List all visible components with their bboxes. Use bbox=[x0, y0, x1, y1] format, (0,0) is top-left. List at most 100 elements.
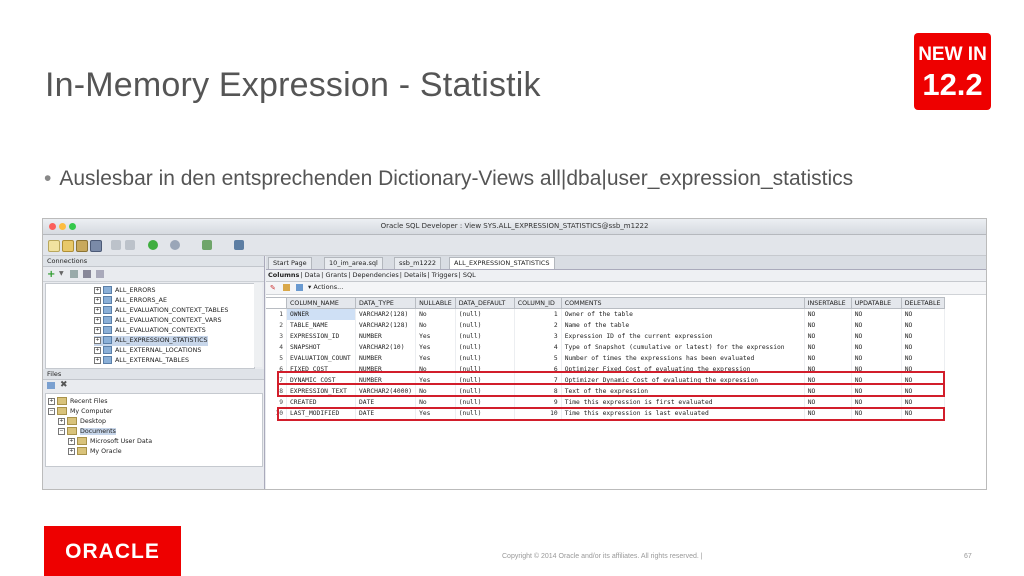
subtab-data[interactable]: Data bbox=[305, 271, 321, 279]
undo-icon[interactable] bbox=[111, 240, 121, 250]
table-cell[interactable]: NO bbox=[804, 386, 852, 397]
table-cell[interactable]: (null) bbox=[455, 308, 515, 320]
table-cell[interactable]: Yes bbox=[415, 331, 456, 342]
subtab-columns[interactable]: Columns bbox=[268, 271, 299, 279]
table-cell[interactable]: 10 bbox=[514, 408, 562, 419]
table-cell[interactable]: NUMBER bbox=[355, 364, 417, 375]
filter-icon[interactable] bbox=[83, 270, 91, 278]
expand-icon[interactable]: + bbox=[48, 397, 55, 405]
subtab-grants[interactable]: Grants bbox=[325, 271, 347, 279]
table-cell[interactable]: TABLE_NAME bbox=[286, 320, 356, 331]
table-cell[interactable]: (null) bbox=[455, 386, 515, 397]
table-cell[interactable]: 7 bbox=[514, 375, 562, 386]
table-cell[interactable]: NO bbox=[804, 375, 852, 386]
actions-menu[interactable]: ▾ Actions... bbox=[308, 283, 343, 291]
expand-icon[interactable]: + bbox=[94, 336, 101, 344]
table-cell[interactable]: NO bbox=[804, 308, 852, 320]
table-cell[interactable]: 1 bbox=[514, 308, 562, 320]
table-cell[interactable]: NO bbox=[901, 342, 945, 353]
table-row[interactable]: 1 OWNER VARCHAR2(128) No (null) 1 Owner of the… bbox=[266, 308, 945, 320]
table-cell[interactable]: NO bbox=[901, 408, 945, 419]
table-cell[interactable]: NO bbox=[804, 364, 852, 375]
table-cell[interactable]: NO bbox=[851, 331, 902, 342]
table-cell[interactable]: NUMBER bbox=[355, 331, 417, 342]
table-cell[interactable]: Time this expression is last evaluated bbox=[561, 408, 805, 419]
connection-tree-item[interactable]: + ALL_EXTERNAL_TABLES bbox=[94, 356, 189, 366]
subtab-sql[interactable]: SQL bbox=[463, 271, 476, 279]
table-cell[interactable]: 3 bbox=[514, 331, 562, 342]
add-connection-icon[interactable]: + bbox=[47, 269, 55, 280]
edit-icon[interactable] bbox=[283, 284, 290, 291]
table-row[interactable]: 10 LAST_MODIFIED DATE Yes (null) 10 Time this … bbox=[266, 408, 945, 419]
expand-icon[interactable]: + bbox=[58, 417, 65, 425]
col-header[interactable]: COLUMN_NAME bbox=[286, 297, 356, 309]
file-tree-item[interactable]: + Microsoft User Data bbox=[68, 437, 152, 447]
table-row[interactable]: 7 DYNAMIC_COST NUMBER Yes (null) 7 Optimizer D… bbox=[266, 375, 945, 386]
close-x-icon[interactable]: ✖ bbox=[60, 380, 68, 390]
table-cell[interactable]: 2 bbox=[266, 320, 287, 331]
table-cell[interactable]: No bbox=[415, 308, 456, 320]
col-header[interactable]: DELETABLE bbox=[900, 297, 945, 309]
table-cell[interactable]: NO bbox=[851, 397, 902, 408]
table-cell[interactable]: 1 bbox=[266, 308, 287, 320]
table-cell[interactable]: NO bbox=[804, 397, 852, 408]
connection-tree-item[interactable]: + ALL_EXPRESSION_STATISTICS bbox=[94, 336, 208, 346]
open-folder-icon[interactable] bbox=[62, 240, 74, 252]
table-cell[interactable]: 8 bbox=[514, 386, 562, 397]
file-tree-item[interactable]: + My Oracle bbox=[68, 447, 122, 457]
file-tree-item[interactable]: − My Computer bbox=[48, 407, 112, 417]
table-cell[interactable]: Optimizer Fixed Cost of evaluating the e… bbox=[561, 364, 805, 375]
table-cell[interactable]: NO bbox=[804, 320, 852, 331]
expand-icon[interactable]: + bbox=[94, 306, 101, 314]
table-cell[interactable]: NO bbox=[804, 353, 852, 364]
connection-tree-item[interactable]: + ALL_EXTERNAL_LOCATIONS bbox=[94, 346, 201, 356]
table-cell[interactable]: VARCHAR2(10) bbox=[355, 342, 417, 353]
table-cell[interactable]: NO bbox=[851, 375, 902, 386]
table-cell[interactable]: Optimizer Dynamic Cost of evaluating the… bbox=[561, 375, 805, 386]
table-cell[interactable]: Type of Snapshot (cumulative or latest) … bbox=[561, 342, 805, 353]
database-icon[interactable] bbox=[234, 240, 244, 250]
table-row[interactable]: 9 CREATED DATE No (null) 9 Time this expressio… bbox=[266, 397, 945, 408]
table-row[interactable]: 4 SNAPSHOT VARCHAR2(10) Yes (null) 4 Type of S… bbox=[266, 342, 945, 353]
connection-tree-item[interactable]: + ALL_ERRORS_AE bbox=[94, 296, 167, 306]
subtab-details[interactable]: Details bbox=[404, 271, 427, 279]
table-cell[interactable]: 4 bbox=[514, 342, 562, 353]
table-cell[interactable]: NO bbox=[901, 397, 945, 408]
table-cell[interactable]: NO bbox=[804, 331, 852, 342]
schema-icon[interactable] bbox=[96, 270, 104, 278]
table-row[interactable]: 8 EXPRESSION_TEXT VARCHAR2(4000) No (null) 8 T… bbox=[266, 386, 945, 397]
table-cell[interactable]: (null) bbox=[455, 408, 515, 419]
table-cell[interactable]: NO bbox=[901, 386, 945, 397]
table-cell[interactable]: Number of times the expressions has been… bbox=[561, 353, 805, 364]
table-cell[interactable]: NO bbox=[901, 308, 945, 320]
refresh-grid-icon[interactable] bbox=[296, 284, 303, 291]
table-cell[interactable]: 10 bbox=[266, 408, 287, 419]
table-cell[interactable]: Yes bbox=[415, 408, 456, 419]
table-cell[interactable]: EXPRESSION_TEXT bbox=[286, 386, 356, 397]
subtab-dependencies[interactable]: Dependencies bbox=[352, 271, 398, 279]
table-cell[interactable]: Name of the table bbox=[561, 320, 805, 331]
table-cell[interactable]: Owner of the table bbox=[561, 308, 805, 320]
file-tree-item[interactable]: + Recent Files bbox=[48, 397, 108, 407]
save-icon[interactable] bbox=[76, 240, 88, 252]
col-header[interactable]: NULLABLE bbox=[415, 297, 456, 309]
forward-icon[interactable] bbox=[170, 240, 180, 250]
connection-tree-item[interactable]: + ALL_EVALUATION_CONTEXT_VARS bbox=[94, 316, 221, 326]
table-cell[interactable]: NO bbox=[804, 342, 852, 353]
col-header[interactable]: DATA_DEFAULT bbox=[454, 297, 515, 309]
table-cell[interactable]: FIXED_COST bbox=[286, 364, 356, 375]
table-cell[interactable]: NO bbox=[851, 364, 902, 375]
expand-icon[interactable]: − bbox=[48, 407, 55, 415]
table-cell[interactable]: NO bbox=[804, 408, 852, 419]
table-cell[interactable]: EXPRESSION_ID bbox=[286, 331, 356, 342]
files-view-icon[interactable] bbox=[47, 382, 55, 389]
tab-all-expression-statistics[interactable]: ALL_EXPRESSION_STATISTICS bbox=[449, 257, 555, 269]
table-cell[interactable]: EVALUATION_COUNT bbox=[286, 353, 356, 364]
table-cell[interactable]: No bbox=[415, 397, 456, 408]
table-cell[interactable]: NO bbox=[851, 308, 902, 320]
expand-icon[interactable]: + bbox=[94, 326, 101, 334]
col-header[interactable]: COLUMN_ID bbox=[513, 297, 562, 309]
table-cell[interactable]: 6 bbox=[266, 364, 287, 375]
redo-icon[interactable] bbox=[125, 240, 135, 250]
table-cell[interactable]: 9 bbox=[514, 397, 562, 408]
